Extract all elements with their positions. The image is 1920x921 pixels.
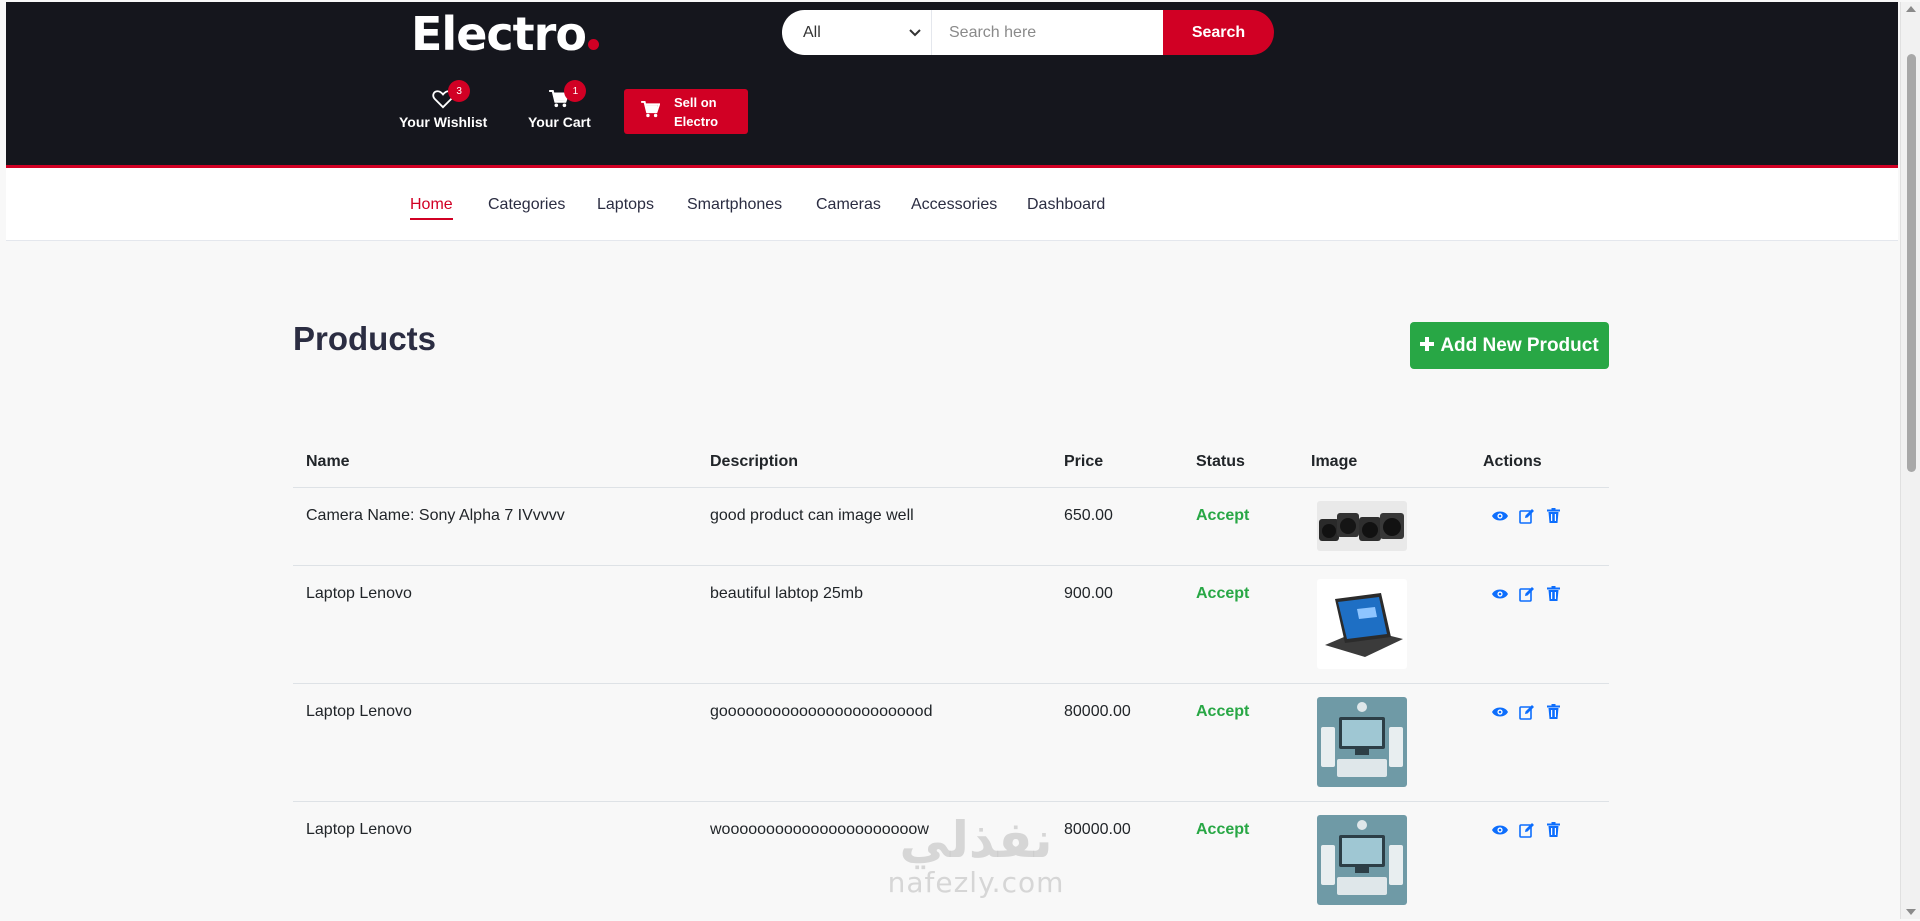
product-description: good product can image well (710, 507, 914, 524)
view-eye-icon[interactable] (1491, 703, 1508, 720)
browser-viewport: Electro All Search here Search 3 Your Wi… (6, 2, 1898, 919)
product-price: 80000.00 (1064, 703, 1131, 720)
row-actions (1491, 703, 1562, 720)
logo[interactable]: Electro (411, 4, 599, 64)
status-badge: Accept (1196, 821, 1250, 838)
sell-on-electro-button[interactable]: Sell on Electro (624, 89, 748, 134)
column-header-actions: Actions (1483, 453, 1542, 470)
status-badge: Accept (1196, 703, 1250, 720)
category-select-value: All (803, 23, 821, 41)
wishlist-label: Your Wishlist (399, 114, 488, 130)
nav-item-accessories[interactable]: Accessories (911, 196, 997, 214)
view-eye-icon[interactable] (1491, 507, 1508, 524)
column-header-status: Status (1196, 453, 1245, 470)
heart-icon: 3 (430, 80, 471, 112)
add-new-product-button[interactable]: Add New Product (1410, 322, 1609, 369)
nav-item-cameras[interactable]: Cameras (816, 196, 881, 214)
delete-trash-icon[interactable] (1545, 703, 1562, 720)
column-header-description: Description (710, 453, 799, 470)
product-thumbnail[interactable] (1317, 579, 1407, 669)
product-price: 650.00 (1064, 507, 1113, 524)
sell-button-label: Sell on Electro (674, 94, 719, 129)
nav-item-categories[interactable]: Categories (488, 196, 565, 214)
nav-item-smartphones[interactable]: Smartphones (687, 196, 782, 214)
edit-icon[interactable] (1518, 585, 1535, 602)
column-header-name: Name (306, 453, 350, 470)
product-thumbnail[interactable] (1317, 697, 1407, 787)
product-price: 900.00 (1064, 585, 1113, 602)
scroll-up-arrow-icon[interactable] (1906, 6, 1916, 12)
nav-item-home[interactable]: Home (410, 196, 453, 220)
scrollbar-thumb[interactable] (1907, 54, 1916, 472)
product-thumbnail[interactable] (1317, 815, 1407, 905)
status-badge: Accept (1196, 585, 1250, 602)
top-header: Electro All Search here Search 3 Your Wi… (6, 2, 1898, 168)
table-row: Laptop Lenovo goooooooooooooooooooooood … (293, 684, 1609, 802)
search-button[interactable]: Search (1163, 10, 1274, 55)
cart-count-badge: 1 (564, 80, 587, 102)
watermark-arabic: نفذلي (899, 811, 1053, 869)
plus-icon (1420, 335, 1435, 357)
add-new-product-label: Add New Product (1440, 334, 1599, 356)
product-name: Laptop Lenovo (306, 703, 412, 720)
column-header-price: Price (1064, 453, 1104, 470)
cart-icon: 1 (546, 80, 587, 112)
edit-icon[interactable] (1518, 703, 1535, 720)
search-input[interactable]: Search here (932, 10, 1163, 55)
scroll-down-arrow-icon[interactable] (1906, 909, 1916, 915)
product-description: beautiful labtop 25mb (710, 585, 863, 602)
table-header: Name Description Price Status Image Acti… (293, 435, 1609, 488)
product-description: goooooooooooooooooooooood (710, 703, 933, 720)
product-name: Laptop Lenovo (306, 821, 412, 838)
search-placeholder: Search here (949, 23, 1037, 41)
view-eye-icon[interactable] (1491, 821, 1508, 838)
wishlist-link[interactable]: 3 Your Wishlist (399, 80, 488, 130)
cart-link[interactable]: 1 Your Cart (528, 80, 591, 130)
search-bar: All Search here Search (782, 10, 1274, 55)
logo-text: Electro (411, 7, 587, 61)
view-eye-icon[interactable] (1491, 585, 1508, 602)
cart-label: Your Cart (528, 114, 591, 130)
row-actions (1491, 821, 1562, 838)
product-name: Camera Name: Sony Alpha 7 IVvvvv (306, 507, 565, 524)
wishlist-count-badge: 3 (448, 80, 471, 102)
edit-icon[interactable] (1518, 821, 1535, 838)
status-badge: Accept (1196, 507, 1250, 524)
chevron-down-icon (909, 24, 921, 42)
delete-trash-icon[interactable] (1545, 507, 1562, 524)
product-thumbnail[interactable] (1317, 501, 1407, 551)
category-select[interactable]: All (782, 10, 932, 55)
page-title: Products (293, 320, 437, 357)
logo-dot (587, 39, 599, 50)
nav-item-laptops[interactable]: Laptops (597, 196, 654, 214)
row-actions (1491, 585, 1562, 602)
main-nav: Home Categories Laptops Smartphones Came… (6, 168, 1898, 241)
table-row: Camera Name: Sony Alpha 7 IVvvvv good pr… (293, 488, 1609, 566)
delete-trash-icon[interactable] (1545, 585, 1562, 602)
product-name: Laptop Lenovo (306, 585, 412, 602)
table-row: Laptop Lenovo beautiful labtop 25mb 900.… (293, 566, 1609, 684)
column-header-image: Image (1311, 453, 1358, 470)
watermark: نفذلي nafezly.com (866, 812, 1086, 898)
row-actions (1491, 507, 1562, 524)
cart-icon (641, 100, 661, 123)
vertical-scrollbar[interactable] (1900, 2, 1920, 919)
edit-icon[interactable] (1518, 507, 1535, 524)
nav-item-dashboard[interactable]: Dashboard (1027, 196, 1105, 214)
watermark-latin: nafezly.com (887, 866, 1065, 899)
delete-trash-icon[interactable] (1545, 821, 1562, 838)
